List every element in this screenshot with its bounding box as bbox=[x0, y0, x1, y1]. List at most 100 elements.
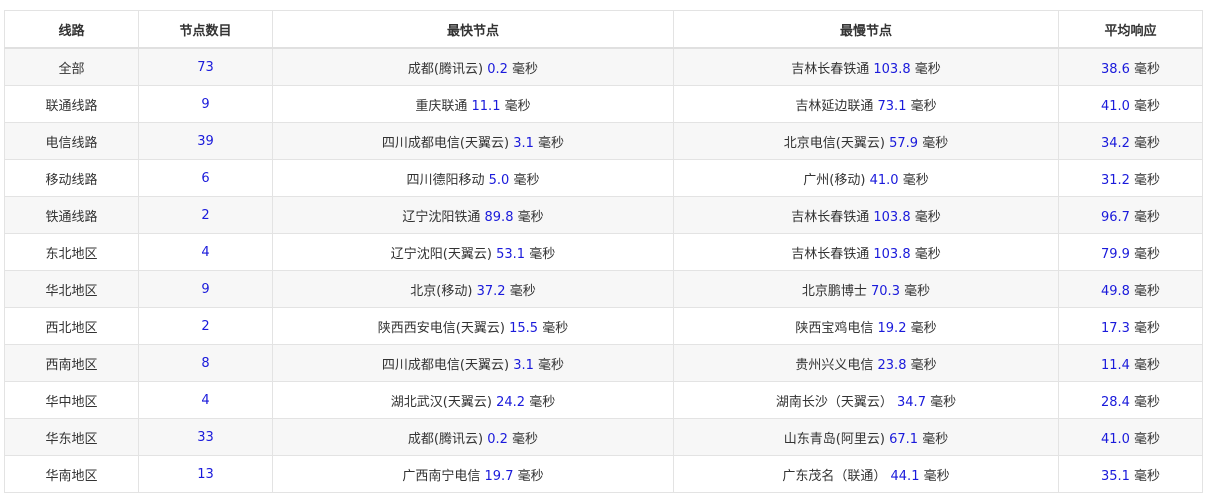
fastest-node-cell: 四川成都电信(天翼云) 3.1 毫秒 bbox=[272, 344, 674, 382]
route-label: 西南地区 bbox=[45, 357, 98, 373]
route-cell: 华东地区 bbox=[4, 418, 139, 456]
fastest-node-latency: 3.1 bbox=[513, 135, 534, 151]
latency-unit: 毫秒 bbox=[1134, 246, 1161, 262]
slowest-node-latency: 23.8 bbox=[877, 357, 907, 373]
route-label: 西北地区 bbox=[45, 320, 98, 336]
slowest-node-latency: 103.8 bbox=[873, 61, 911, 77]
average-response-cell: 35.1 毫秒 bbox=[1058, 455, 1203, 493]
route-label: 移动线路 bbox=[45, 172, 98, 188]
slowest-node-name: 广州(移动) bbox=[803, 172, 866, 188]
fastest-node-cell: 四川德阳移动 5.0 毫秒 bbox=[272, 159, 674, 197]
latency-unit: 毫秒 bbox=[538, 135, 565, 151]
table-row: 华东地区 33 成都(腾讯云) 0.2 毫秒 山东青岛(阿里云) 67.1 毫秒 41.… bbox=[4, 418, 1203, 456]
slowest-node-latency: 19.2 bbox=[877, 320, 907, 336]
route-label: 华北地区 bbox=[45, 283, 98, 299]
average-response-cell: 38.6 毫秒 bbox=[1058, 47, 1203, 86]
fastest-node-latency: 3.1 bbox=[513, 357, 534, 373]
latency-unit: 毫秒 bbox=[910, 320, 937, 336]
latency-unit: 毫秒 bbox=[930, 394, 957, 410]
fastest-node-name: 四川德阳移动 bbox=[406, 172, 485, 188]
slowest-node-cell: 湖南长沙（天翼云） 34.7 毫秒 bbox=[673, 381, 1059, 419]
latency-unit: 毫秒 bbox=[914, 246, 941, 262]
route-label: 东北地区 bbox=[45, 246, 98, 262]
average-response-value: 41.0 bbox=[1100, 431, 1130, 447]
slowest-node-latency: 70.3 bbox=[871, 283, 900, 299]
latency-unit: 毫秒 bbox=[1134, 98, 1161, 114]
fastest-node-name: 成都(腾讯云) bbox=[407, 431, 484, 447]
latency-unit: 毫秒 bbox=[512, 61, 539, 77]
table-row: 电信线路 39 四川成都电信(天翼云) 3.1 毫秒 北京电信(天翼云) 57.9 毫… bbox=[4, 122, 1203, 160]
route-cell: 移动线路 bbox=[4, 159, 139, 197]
table-row: 西北地区 2 陕西西安电信(天翼云) 15.5 毫秒 陕西宝鸡电信 19.2 毫秒 17… bbox=[4, 307, 1203, 345]
latency-unit: 毫秒 bbox=[1134, 394, 1161, 410]
route-cell: 全部 bbox=[4, 47, 139, 86]
fastest-node-cell: 重庆联通 11.1 毫秒 bbox=[272, 85, 674, 123]
fastest-node-cell: 陕西西安电信(天翼云) 15.5 毫秒 bbox=[272, 307, 674, 345]
slowest-node-name: 湖南长沙（天翼云） bbox=[775, 394, 893, 410]
latency-unit: 毫秒 bbox=[1134, 172, 1161, 188]
node-count-cell: 9 bbox=[138, 85, 273, 123]
fastest-node-latency: 0.2 bbox=[487, 61, 508, 77]
route-cell: 铁通线路 bbox=[4, 196, 139, 234]
latency-unit: 毫秒 bbox=[1134, 61, 1161, 77]
header-fastest-node: 最快节点 bbox=[272, 10, 674, 49]
node-count-value: 2 bbox=[201, 318, 210, 334]
fastest-node-name: 辽宁沈阳(天翼云) bbox=[390, 246, 492, 262]
fastest-node-cell: 成都(腾讯云) 0.2 毫秒 bbox=[272, 418, 674, 456]
average-response-value: 11.4 bbox=[1100, 357, 1130, 373]
slowest-node-name: 吉林长春铁通 bbox=[791, 246, 870, 262]
average-response-value: 34.2 bbox=[1100, 135, 1130, 151]
average-response-cell: 17.3 毫秒 bbox=[1058, 307, 1203, 345]
node-count-cell: 9 bbox=[138, 270, 273, 308]
node-count-cell: 33 bbox=[138, 418, 273, 456]
route-cell: 西南地区 bbox=[4, 344, 139, 382]
slowest-node-latency: 41.0 bbox=[869, 172, 899, 188]
latency-unit: 毫秒 bbox=[914, 61, 941, 77]
route-cell: 东北地区 bbox=[4, 233, 139, 271]
latency-unit: 毫秒 bbox=[1134, 283, 1161, 299]
average-response-cell: 49.8 毫秒 bbox=[1058, 270, 1203, 308]
fastest-node-latency: 19.7 bbox=[484, 468, 514, 484]
fastest-node-name: 四川成都电信(天翼云) bbox=[381, 135, 510, 151]
slowest-node-name: 北京鹏博士 bbox=[801, 283, 867, 299]
table-row: 东北地区 4 辽宁沈阳(天翼云) 53.1 毫秒 吉林长春铁通 103.8 毫秒 79.… bbox=[4, 233, 1203, 271]
latency-unit: 毫秒 bbox=[902, 172, 929, 188]
slowest-node-name: 吉林长春铁通 bbox=[791, 61, 870, 77]
node-count-value: 4 bbox=[201, 244, 210, 260]
slowest-node-latency: 73.1 bbox=[877, 98, 907, 114]
slowest-node-cell: 吉林长春铁通 103.8 毫秒 bbox=[673, 233, 1059, 271]
fastest-node-latency: 89.8 bbox=[484, 209, 514, 225]
slowest-node-cell: 陕西宝鸡电信 19.2 毫秒 bbox=[673, 307, 1059, 345]
fastest-node-latency: 53.1 bbox=[496, 246, 526, 262]
route-cell: 华南地区 bbox=[4, 455, 139, 493]
latency-summary-table-container: 线路 节点数目 最快节点 最慢节点 平均响应 全部 73 成都(腾讯云) 0.2 毫… bbox=[4, 10, 1203, 493]
node-count-value: 39 bbox=[197, 133, 214, 149]
fastest-node-name: 四川成都电信(天翼云) bbox=[381, 357, 510, 373]
header-slowest-node: 最慢节点 bbox=[673, 10, 1059, 49]
slowest-node-latency: 103.8 bbox=[873, 246, 911, 262]
route-label: 华东地区 bbox=[45, 431, 98, 447]
slowest-node-name: 吉林长春铁通 bbox=[791, 209, 870, 225]
slowest-node-name: 贵州兴义电信 bbox=[795, 357, 874, 373]
route-cell: 华北地区 bbox=[4, 270, 139, 308]
latency-unit: 毫秒 bbox=[1134, 135, 1161, 151]
slowest-node-cell: 吉林长春铁通 103.8 毫秒 bbox=[673, 47, 1059, 86]
fastest-node-name: 成都(腾讯云) bbox=[407, 61, 484, 77]
node-count-cell: 2 bbox=[138, 307, 273, 345]
fastest-node-name: 湖北武汉(天翼云) bbox=[390, 394, 492, 410]
fastest-node-latency: 15.5 bbox=[509, 320, 539, 336]
latency-unit: 毫秒 bbox=[509, 283, 536, 299]
fastest-node-cell: 辽宁沈阳铁通 89.8 毫秒 bbox=[272, 196, 674, 234]
average-response-cell: 11.4 毫秒 bbox=[1058, 344, 1203, 382]
route-cell: 西北地区 bbox=[4, 307, 139, 345]
table-header-row: 线路 节点数目 最快节点 最慢节点 平均响应 bbox=[4, 10, 1203, 49]
average-response-cell: 96.7 毫秒 bbox=[1058, 196, 1203, 234]
table-row: 联通线路 9 重庆联通 11.1 毫秒 吉林延边联通 73.1 毫秒 41.0 毫秒 bbox=[4, 85, 1203, 123]
fastest-node-name: 重庆联通 bbox=[415, 98, 468, 114]
header-average-response: 平均响应 bbox=[1058, 10, 1203, 49]
latency-unit: 毫秒 bbox=[910, 357, 937, 373]
table-row: 华南地区 13 广西南宁电信 19.7 毫秒 广东茂名（联通） 44.1 毫秒 35.1… bbox=[4, 455, 1203, 493]
average-response-cell: 28.4 毫秒 bbox=[1058, 381, 1203, 419]
slowest-node-cell: 吉林长春铁通 103.8 毫秒 bbox=[673, 196, 1059, 234]
slowest-node-cell: 山东青岛(阿里云) 67.1 毫秒 bbox=[673, 418, 1059, 456]
